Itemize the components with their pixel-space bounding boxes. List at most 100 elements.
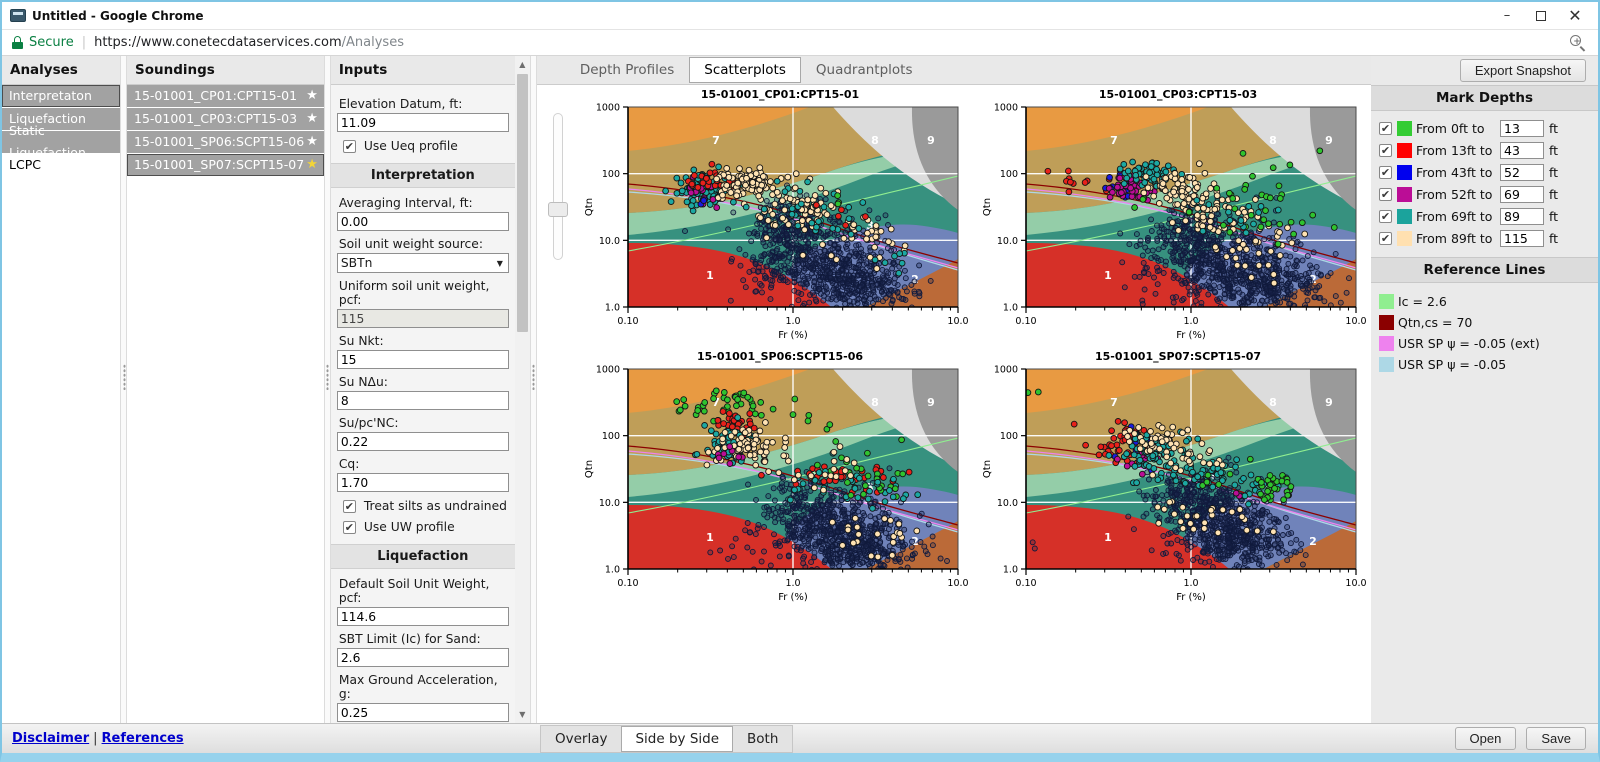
input-cq[interactable]: [337, 473, 509, 492]
chart-size-slider[interactable]: [553, 113, 563, 260]
reference-line-label: Qtn,cs = 70: [1398, 315, 1472, 330]
svg-text:15-01001_CP03:CPT15-03: 15-01001_CP03:CPT15-03: [1099, 88, 1257, 101]
input-max-ground-acceleration-g[interactable]: [337, 703, 509, 722]
sounding-item-15-01001-cp01-cpt15-01[interactable]: 15-01001_CP01:CPT15-01★: [127, 85, 324, 107]
select-soil-unit-weight-source[interactable]: SBTn▼: [337, 253, 509, 273]
analyses-panel: Analyses InterpretatonLiquefactionStatic…: [2, 56, 120, 723]
browser-window: Untitled - Google Chrome – ✕ Secure | ht…: [0, 0, 1600, 762]
layout-button-overlay[interactable]: Overlay: [541, 726, 621, 752]
scrollbar-thumb[interactable]: [517, 74, 528, 332]
footer-link-disclaimer[interactable]: Disclaimer: [12, 731, 89, 746]
analyses-item-interpretaton[interactable]: Interpretaton: [2, 85, 120, 107]
charts-grid: 15-01001_CP01:CPT15-0178912340.101.010.0…: [581, 85, 1371, 609]
scroll-down-icon[interactable]: ▼: [515, 707, 530, 722]
svg-text:9: 9: [927, 396, 935, 409]
footer-link-references[interactable]: References: [102, 731, 184, 746]
charts-area: 15-01001_CP01:CPT15-0178912340.101.010.0…: [537, 85, 1371, 723]
view-tabs: Depth ProfilesScatterplotsQuadrantplots: [537, 56, 1371, 85]
depth-to-input[interactable]: [1500, 230, 1544, 247]
mark-depth-checkbox[interactable]: ✔: [1379, 122, 1392, 135]
layout-button-side-by-side[interactable]: Side by Side: [621, 726, 733, 752]
analyses-item-static-liquefaction[interactable]: Static Liquefaction: [2, 131, 120, 153]
maximize-button[interactable]: [1524, 5, 1558, 27]
mark-depth-checkbox[interactable]: ✔: [1379, 188, 1392, 201]
input-su-n-u[interactable]: [337, 391, 509, 410]
svg-text:10.0: 10.0: [599, 236, 620, 247]
checkbox-row-use-ueq-profile[interactable]: ✔Use Ueq profile: [343, 139, 509, 153]
splitter-soundings-inputs[interactable]: [324, 56, 331, 723]
splitter-inputs-charts[interactable]: [530, 56, 537, 723]
svg-text:7: 7: [1110, 134, 1118, 147]
secure-label[interactable]: Secure: [29, 35, 74, 50]
svg-text:100: 100: [602, 431, 620, 442]
save-button[interactable]: Save: [1526, 727, 1586, 750]
depth-to-input[interactable]: [1500, 142, 1544, 159]
checkbox-use-uw-profile[interactable]: ✔: [343, 521, 356, 534]
sounding-item-15-01001-sp06-scpt15-06[interactable]: 15-01001_SP06:SCPT15-06★: [127, 131, 324, 153]
minimize-button[interactable]: –: [1490, 5, 1524, 27]
svg-text:2: 2: [1309, 535, 1317, 548]
star-icon[interactable]: ★: [304, 108, 323, 130]
scroll-up-icon[interactable]: ▲: [515, 57, 530, 72]
svg-text:8: 8: [871, 396, 879, 409]
mark-depth-checkbox[interactable]: ✔: [1379, 210, 1392, 223]
tab-depth-profiles[interactable]: Depth Profiles: [565, 57, 689, 83]
depth-color-swatch: [1397, 187, 1412, 202]
close-button[interactable]: ✕: [1558, 5, 1592, 27]
depth-unit-label: ft: [1549, 187, 1558, 202]
star-icon[interactable]: ★: [304, 131, 323, 153]
input-su-nkt[interactable]: [337, 350, 509, 369]
svg-text:1.0: 1.0: [1183, 316, 1198, 327]
mark-depth-row: ✔From 89ft toft: [1379, 227, 1598, 249]
sounding-item-15-01001-sp07-scpt15-07[interactable]: 15-01001_SP07:SCPT15-07★: [127, 154, 324, 176]
url-text[interactable]: https://www.conetecdataservices.com: [94, 35, 342, 50]
checkbox-treat-silts-as-undrained[interactable]: ✔: [343, 500, 356, 513]
mark-depth-row: ✔From 52ft toft: [1379, 183, 1598, 205]
tab-quadrantplots[interactable]: Quadrantplots: [801, 57, 928, 83]
svg-text:1000: 1000: [994, 103, 1018, 114]
checkbox-use-ueq-profile[interactable]: ✔: [343, 140, 356, 153]
input-default-soil-unit-weight-pcf[interactable]: [337, 607, 509, 626]
mark-depth-row: ✔ From 13ft to ft: [1379, 139, 1598, 161]
url-path[interactable]: /Analyses: [342, 35, 404, 50]
mark-depth-checkbox[interactable]: ✔: [1379, 166, 1392, 179]
scatter-chart-15-01001-sp06-scpt15-06: 15-01001_SP06:SCPT15-0678912340.101.010.…: [581, 347, 979, 609]
input-elevation-datum-ft[interactable]: [337, 113, 509, 132]
svg-text:1.0: 1.0: [605, 565, 620, 576]
soundings-panel: Soundings 15-01001_CP01:CPT15-01★15-0100…: [127, 56, 324, 723]
depth-unit-label: ft: [1549, 143, 1558, 158]
depth-range-label: From 13ft to: [1416, 143, 1500, 158]
input-uniform-soil-unit-weight-pcf: [337, 309, 509, 328]
tab-scatterplots[interactable]: Scatterplots: [689, 57, 801, 83]
depth-to-input[interactable]: [1500, 186, 1544, 203]
checkbox-row-treat-silts-as-undrained[interactable]: ✔Treat silts as undrained: [343, 499, 509, 513]
depth-range-label: From 69ft to: [1416, 209, 1500, 224]
slider-thumb[interactable]: [548, 202, 568, 217]
inputs-section-interpretation: Interpretation: [331, 163, 515, 188]
layout-toggle-group: OverlaySide by SideBoth: [540, 725, 793, 753]
url-bar: Secure | https://www.conetecdataservices…: [2, 29, 1598, 56]
open-button[interactable]: Open: [1455, 727, 1517, 750]
inputs-scrollbar[interactable]: ▲ ▼: [515, 56, 530, 723]
reference-line-row: Ic = 2.6: [1379, 291, 1598, 312]
reference-color-swatch: [1379, 315, 1394, 330]
link-separator: |: [89, 731, 101, 746]
depth-to-input[interactable]: [1500, 164, 1544, 181]
input-su-pc-nc[interactable]: [337, 432, 509, 451]
depth-to-input[interactable]: [1500, 208, 1544, 225]
export-snapshot-button[interactable]: Export Snapshot: [1460, 59, 1586, 82]
input-sbt-limit-ic-for-sand[interactable]: [337, 648, 509, 667]
svg-text:Qtn: Qtn: [982, 198, 993, 216]
layout-button-both[interactable]: Both: [733, 726, 792, 752]
splitter-analyses-soundings[interactable]: [120, 56, 127, 723]
svg-text:1.0: 1.0: [605, 303, 620, 314]
zoom-page-icon[interactable]: +: [1568, 33, 1588, 53]
star-icon[interactable]: ★: [304, 154, 323, 176]
mark-depth-checkbox[interactable]: ✔: [1379, 144, 1392, 157]
sounding-item-15-01001-cp03-cpt15-03[interactable]: 15-01001_CP03:CPT15-03★: [127, 108, 324, 130]
depth-to-input[interactable]: [1500, 120, 1544, 137]
star-icon[interactable]: ★: [304, 85, 323, 107]
checkbox-row-use-uw-profile[interactable]: ✔Use UW profile: [343, 520, 509, 534]
input-averaging-interval-ft[interactable]: [337, 212, 509, 231]
mark-depth-checkbox[interactable]: ✔: [1379, 232, 1392, 245]
